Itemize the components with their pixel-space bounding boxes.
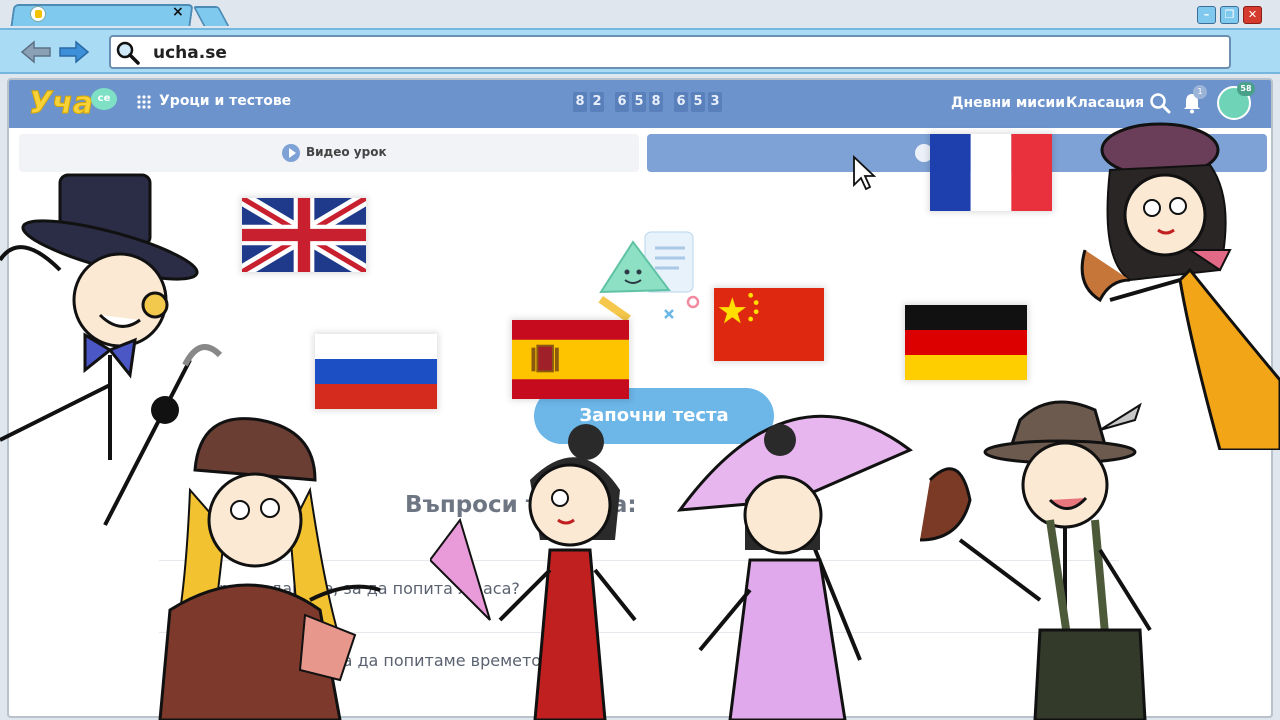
new-tab-button[interactable] <box>192 6 230 26</box>
close-window-button[interactable]: ✕ <box>1243 6 1262 24</box>
play-icon <box>282 144 300 162</box>
grid-menu-icon[interactable] <box>137 95 151 109</box>
tab-video-label: Видео урок <box>306 145 387 159</box>
china-flag-icon <box>714 288 824 361</box>
back-arrow-icon[interactable] <box>20 40 52 64</box>
mouse-cursor-icon <box>853 155 876 191</box>
logo-text: Уча <box>29 86 94 122</box>
uk-flag-icon <box>242 198 366 272</box>
maximize-button[interactable]: ❐ <box>1220 6 1239 24</box>
french-woman-illustration <box>1080 122 1280 450</box>
tab-close-button[interactable]: × <box>172 4 184 20</box>
counter-digit: 6 <box>674 92 688 112</box>
counter-digit: 5 <box>632 92 646 112</box>
level-badge: 58 <box>1237 82 1255 96</box>
search-icon[interactable] <box>1149 92 1171 114</box>
notification-badge: 1 <box>1193 85 1207 99</box>
test-illustration-icon <box>598 231 700 323</box>
chinese-woman-illustration <box>676 414 913 720</box>
site-logo[interactable]: Уча се <box>29 84 119 122</box>
lessons-and-tests-link[interactable]: Уроци и тестове <box>159 93 291 109</box>
counter-digit: 8 <box>573 92 587 112</box>
visitor-counter: 8 2 6 5 8 6 5 3 <box>573 92 722 112</box>
browser-toolbar: ucha.se <box>0 28 1280 74</box>
search-icon <box>116 41 140 65</box>
forward-arrow-icon[interactable] <box>58 40 90 64</box>
address-bar[interactable]: ucha.se <box>109 35 1231 69</box>
france-flag-icon <box>930 134 1052 211</box>
counter-digit: 6 <box>615 92 629 112</box>
logo-badge: се <box>91 88 117 110</box>
spanish-woman-illustration <box>430 424 637 720</box>
germany-flag-icon <box>905 305 1027 380</box>
russia-flag-icon <box>315 334 437 409</box>
counter-digit: 8 <box>649 92 663 112</box>
daily-missions-link[interactable]: Дневни мисии <box>951 95 1065 111</box>
counter-digit: 5 <box>691 92 705 112</box>
minimize-button[interactable]: – <box>1197 6 1216 24</box>
counter-digit: 3 <box>708 92 722 112</box>
tab-video-lesson[interactable]: Видео урок <box>19 134 639 172</box>
spain-flag-icon <box>512 320 629 399</box>
favicon-icon <box>30 6 46 22</box>
counter-digit: 2 <box>590 92 604 112</box>
browser-tabstrip: × – ❐ ✕ <box>0 0 1280 28</box>
url-text: ucha.se <box>153 43 227 63</box>
russian-woman-illustration <box>158 417 381 720</box>
ranking-link[interactable]: Класация <box>1066 95 1144 111</box>
